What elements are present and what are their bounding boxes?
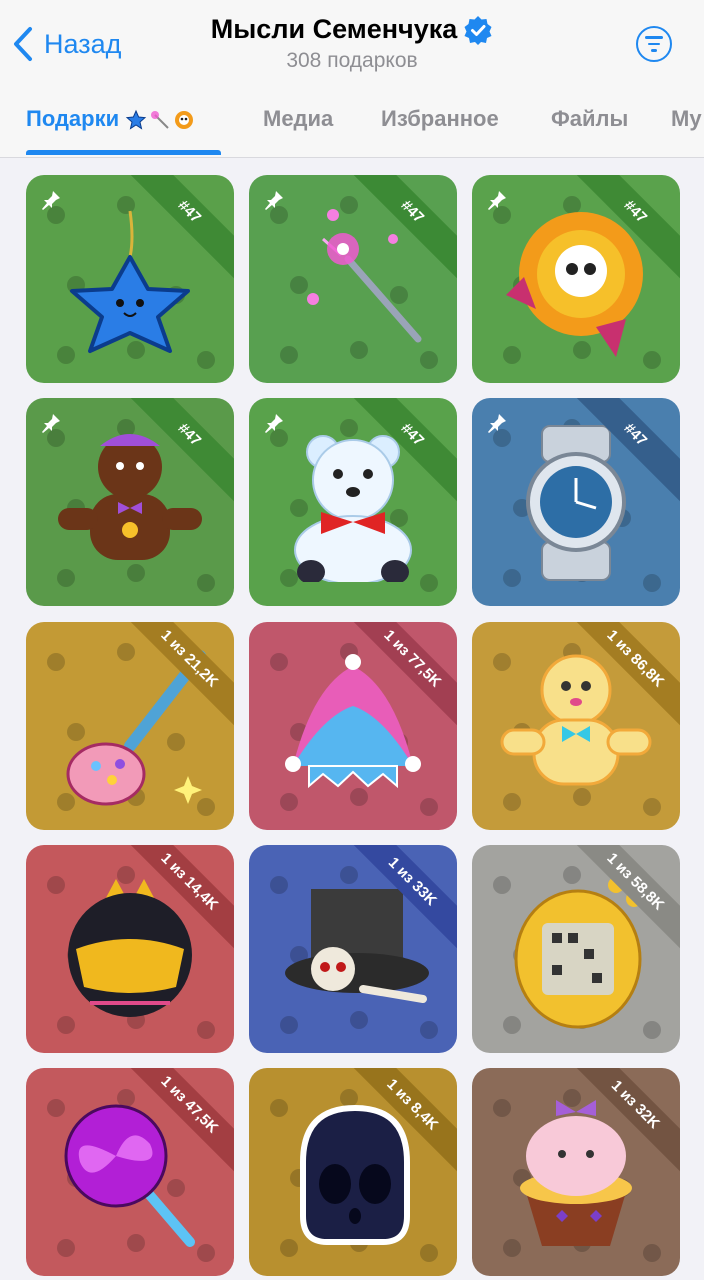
gift-card[interactable]: 1 из 47,5K [26,1068,234,1276]
verified-badge-icon [464,15,492,45]
gift-card[interactable]: 1 из 86,8K [472,622,680,830]
channel-name: Мысли Семенчука [210,14,458,44]
navigation-bar: Назад Мысли Семенчука 308 подарков Подар… [0,0,704,158]
blue-star-emoji-icon [125,109,147,131]
filter-icon [645,36,663,39]
filter-button[interactable] [636,26,672,62]
gift-card[interactable]: #47 [472,175,680,383]
active-tab-indicator [26,150,221,155]
pin-icon [263,412,285,434]
tab-media[interactable]: Медиа [263,106,333,132]
gift-card[interactable]: #47 [26,175,234,383]
gift-card[interactable]: 1 из 8,4K [249,1068,457,1276]
pin-icon [263,189,285,211]
gift-card[interactable]: #47 [249,398,457,606]
gift-card[interactable]: #47 [249,175,457,383]
gift-card[interactable]: #47 [472,398,680,606]
tab-favorites[interactable]: Избранное [381,106,499,132]
tab-gifts[interactable]: Подарки [26,106,195,132]
pin-icon [40,412,62,434]
pin-icon [40,189,62,211]
gift-card[interactable]: 1 из 33K [249,845,457,1053]
page-title: Мысли Семенчука [211,14,494,45]
tab-bar: Подарки Медиа Избранное Файлы Му [0,96,704,158]
tab-files[interactable]: Файлы [551,106,628,132]
pin-icon [486,412,508,434]
gift-card[interactable]: 1 из 21,2K [26,622,234,830]
pin-icon [486,189,508,211]
skull-flower-emoji-icon [173,109,195,131]
gift-card[interactable]: 1 из 14,4K [26,845,234,1053]
title-block: Мысли Семенчука 308 подарков [0,14,704,73]
gift-card[interactable]: 1 из 58,8K [472,845,680,1053]
gift-card[interactable]: 1 из 77,5K [249,622,457,830]
sparkler-emoji-icon [149,109,171,131]
tab-music[interactable]: Му [671,106,702,132]
gift-card[interactable]: 1 из 32K [472,1068,680,1276]
gift-card[interactable]: #47 [26,398,234,606]
gift-count: 308 подарков [286,49,418,72]
